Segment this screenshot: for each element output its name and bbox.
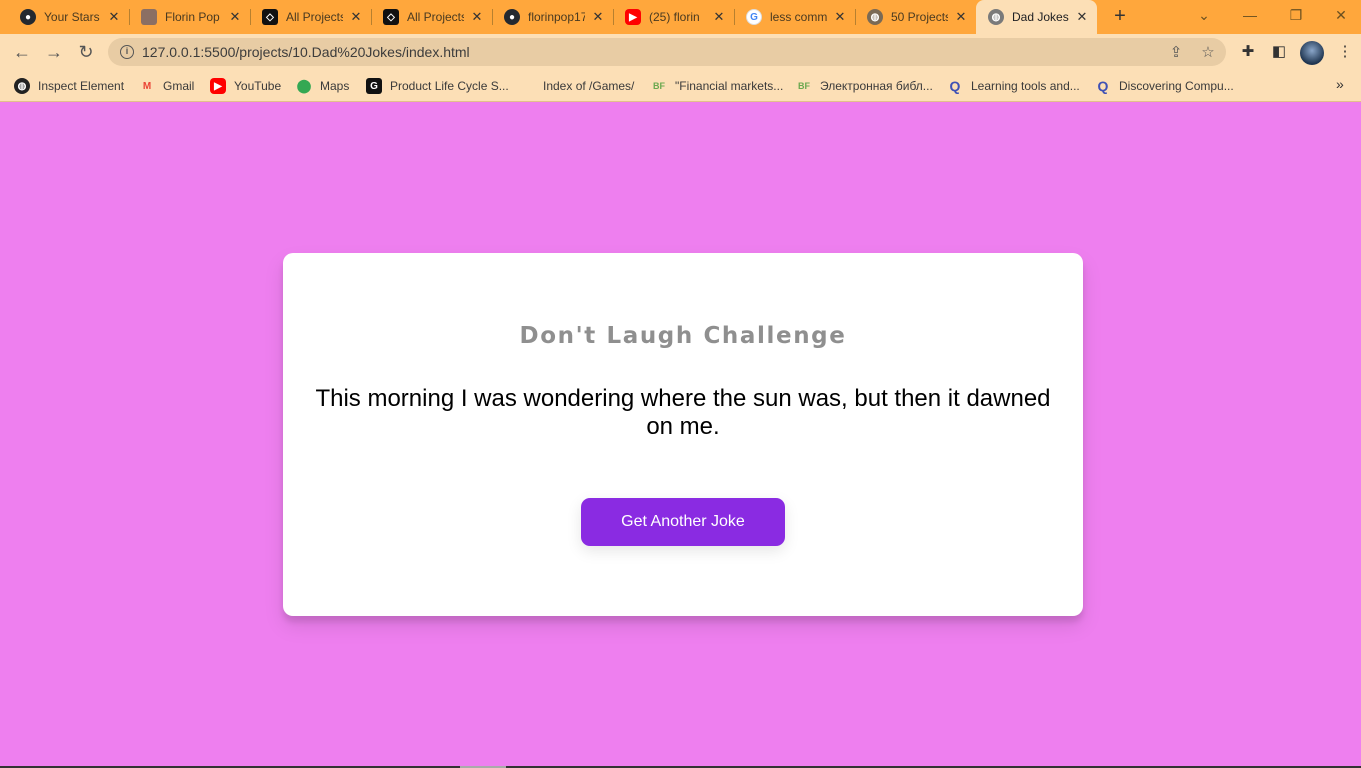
- restore-icon[interactable]: ❐: [1276, 0, 1316, 30]
- q-icon: Q: [949, 78, 961, 94]
- close-icon[interactable]: ✕: [349, 9, 363, 25]
- bookmark-learning-tools[interactable]: Q Learning tools and...: [947, 76, 1080, 96]
- tab-title: 50 Projects: [891, 10, 948, 24]
- tab-dad-jokes[interactable]: ◍ Dad Jokes ✕: [976, 0, 1097, 34]
- codepen-icon: ◇: [383, 9, 399, 25]
- reload-icon[interactable]: ↻: [74, 40, 98, 64]
- tab-florin-pop[interactable]: Florin Pop ✕: [129, 0, 250, 34]
- get-another-joke-button[interactable]: Get Another Joke: [581, 498, 785, 546]
- bookmark-financial-markets[interactable]: BF "Financial markets...: [651, 76, 783, 96]
- avatar-icon: [141, 9, 157, 25]
- tab-your-stars[interactable]: ● Your Stars ✕: [8, 0, 129, 34]
- tab-strip: ● Your Stars ✕ Florin Pop ✕ ◇ All Projec…: [0, 0, 1361, 34]
- bookmark-index-of-games[interactable]: Index of /Games/: [519, 76, 634, 96]
- github-icon: ●: [20, 9, 36, 25]
- bookmark-youtube[interactable]: ▶ YouTube: [210, 76, 281, 96]
- tab-google-search[interactable]: G less comm ✕: [734, 0, 855, 34]
- youtube-icon: ▶: [210, 78, 226, 94]
- profile-avatar[interactable]: [1300, 41, 1324, 65]
- close-icon[interactable]: ✕: [833, 9, 847, 25]
- site-info-icon[interactable]: i: [120, 45, 134, 59]
- address-url[interactable]: 127.0.0.1:5500/projects/10.Dad%20Jokes/i…: [142, 44, 470, 60]
- share-icon[interactable]: ⇪: [1166, 43, 1186, 63]
- globe-icon: ◍: [14, 78, 30, 94]
- side-panel-icon[interactable]: ◧: [1269, 42, 1289, 62]
- window-close-icon[interactable]: ✕: [1321, 0, 1361, 30]
- more-bookmarks-chevron-icon[interactable]: »: [1336, 76, 1344, 92]
- bookmark-product-life-cycle[interactable]: G Product Life Cycle S...: [366, 76, 509, 96]
- bookmark-gmail[interactable]: M Gmail: [139, 76, 195, 96]
- bookmark-star-icon[interactable]: ☆: [1198, 43, 1218, 63]
- bookmark-label: Index of /Games/: [543, 79, 635, 93]
- close-icon[interactable]: ✕: [591, 9, 605, 25]
- close-icon[interactable]: ✕: [470, 9, 484, 25]
- address-bar[interactable]: i 127.0.0.1:5500/projects/10.Dad%20Jokes…: [108, 38, 1226, 66]
- tab-search-chevron-icon[interactable]: ⌄: [1184, 0, 1224, 30]
- maps-icon: ⬤: [296, 78, 312, 93]
- close-icon[interactable]: ✕: [712, 9, 726, 25]
- bookmark-label: Product Life Cycle S...: [390, 79, 509, 93]
- bf-icon: BF: [798, 81, 810, 91]
- tab-50-projects[interactable]: ◍ 50 Projects ✕: [855, 0, 976, 34]
- bookmark-label: YouTube: [234, 79, 282, 93]
- bookmark-maps[interactable]: ⬤ Maps: [296, 76, 350, 96]
- tab-title: All Projects: [286, 10, 343, 24]
- tab-title: Your Stars: [44, 10, 100, 24]
- bf-icon: BF: [653, 81, 665, 91]
- tab-florinpop17[interactable]: ● florinpop17 ✕: [492, 0, 613, 34]
- bookmark-label: Gmail: [163, 79, 195, 93]
- bookmarks-bar: ◍ Inspect Element M Gmail ▶ YouTube ⬤ Ma…: [0, 70, 1361, 102]
- bookmark-label: Inspect Element: [38, 79, 125, 93]
- bookmark-label: "Financial markets...: [675, 79, 784, 93]
- bookmark-inspect-element[interactable]: ◍ Inspect Element: [14, 76, 124, 96]
- tab-title: less comm: [770, 10, 827, 24]
- google-icon: G: [746, 9, 762, 25]
- globe-icon: ◍: [988, 9, 1004, 25]
- tab-title: (25) florin: [649, 10, 700, 24]
- forward-arrow-icon[interactable]: →: [42, 40, 66, 64]
- tab-all-projects-1[interactable]: ◇ All Projects ✕: [250, 0, 371, 34]
- bookmark-discovering-computers[interactable]: Q Discovering Compu...: [1095, 76, 1234, 96]
- tab-title: All Projects: [407, 10, 464, 24]
- close-icon[interactable]: ✕: [107, 9, 121, 25]
- gmail-icon: M: [142, 80, 152, 92]
- globe-icon: ◍: [867, 9, 883, 25]
- tab-title: Florin Pop: [165, 10, 220, 24]
- tab-youtube[interactable]: ▶ (25) florin ✕: [613, 0, 734, 34]
- tab-title: florinpop17: [528, 10, 585, 24]
- page-heading: Don't Laugh Challenge: [519, 323, 847, 349]
- q-icon: Q: [1097, 78, 1109, 94]
- bookmark-label: Электронная библ...: [820, 79, 933, 93]
- youtube-icon: ▶: [625, 9, 641, 25]
- minimize-icon[interactable]: —: [1230, 0, 1270, 30]
- extensions-puzzle-icon[interactable]: ✚: [1238, 42, 1258, 62]
- new-tab-button[interactable]: +: [1108, 5, 1132, 29]
- close-icon[interactable]: ✕: [228, 9, 242, 25]
- bookmark-electronic-library[interactable]: BF Электронная библ...: [796, 76, 933, 96]
- joke-card: Don't Laugh Challenge This morning I was…: [283, 253, 1083, 616]
- close-icon[interactable]: ✕: [954, 9, 968, 25]
- github-icon: ●: [504, 9, 520, 25]
- tab-title: Dad Jokes: [1012, 10, 1069, 24]
- bookmark-label: Discovering Compu...: [1119, 79, 1234, 93]
- close-icon[interactable]: ✕: [1075, 9, 1089, 25]
- back-arrow-icon[interactable]: ←: [10, 40, 34, 64]
- tab-all-projects-2[interactable]: ◇ All Projects ✕: [371, 0, 492, 34]
- bookmark-label: Learning tools and...: [971, 79, 1080, 93]
- g-icon: G: [366, 78, 382, 94]
- blank-page-icon: [519, 78, 535, 94]
- menu-kebab-icon[interactable]: ⋮: [1335, 42, 1355, 62]
- codepen-icon: ◇: [262, 9, 278, 25]
- browser-toolbar: ← → ↻ i 127.0.0.1:5500/projects/10.Dad%2…: [0, 34, 1361, 70]
- bookmark-label: Maps: [320, 79, 350, 93]
- joke-text: This morning I was wondering where the s…: [315, 385, 1051, 440]
